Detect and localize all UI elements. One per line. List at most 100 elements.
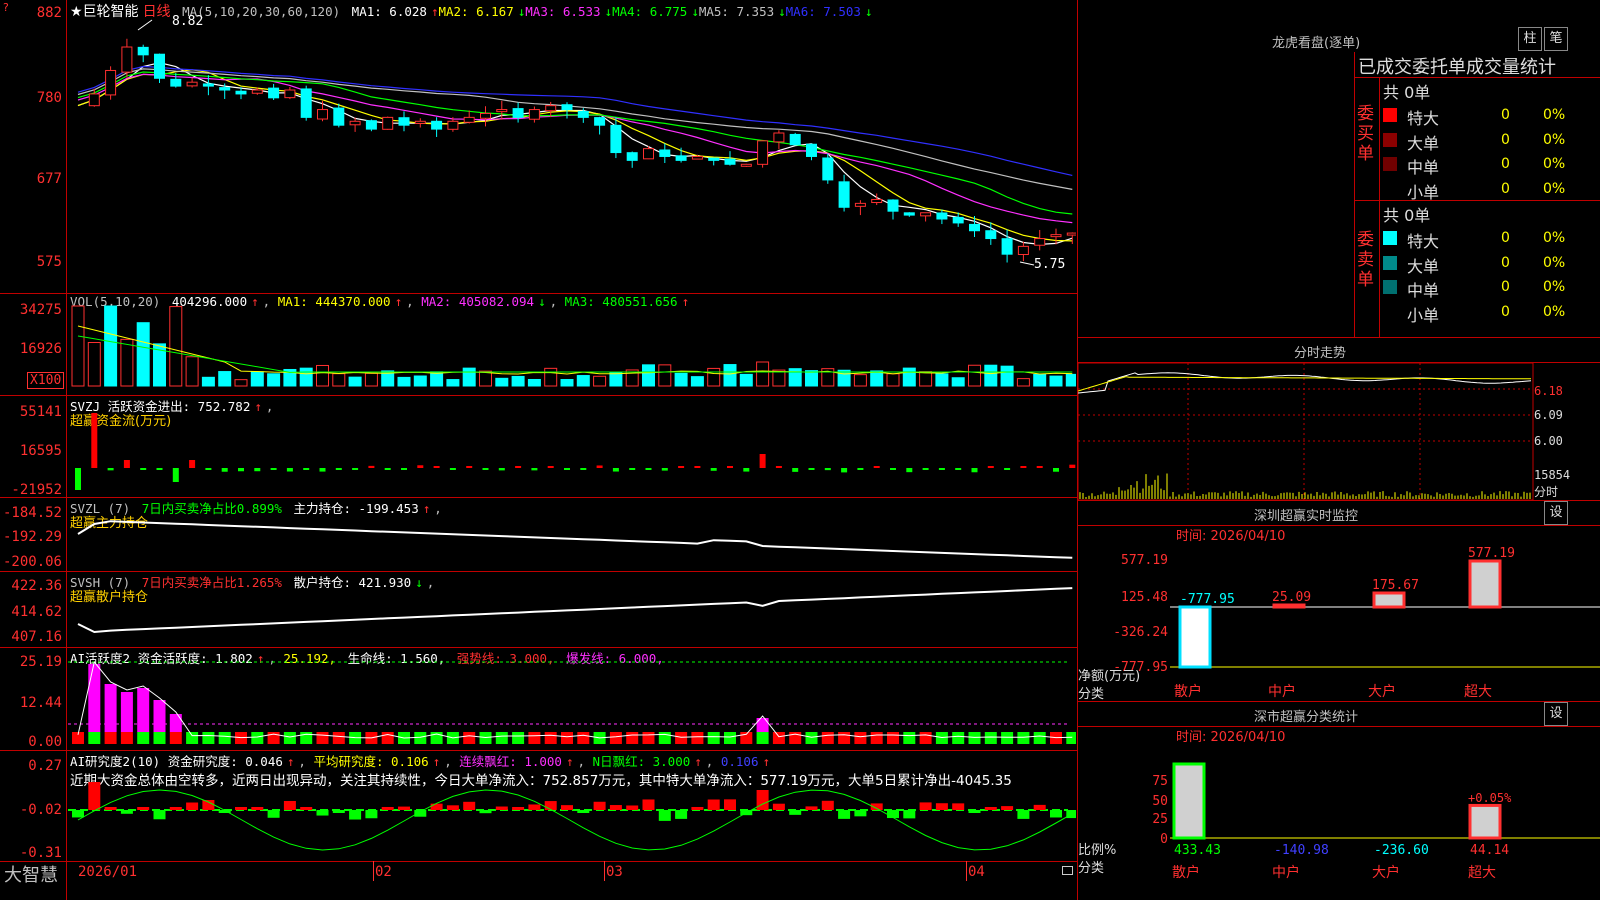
order-type: 大单 — [1407, 133, 1440, 153]
x-axis-label: 04 — [968, 864, 985, 880]
research-bar — [316, 810, 329, 816]
research-bar — [512, 807, 525, 810]
candle-body — [626, 152, 638, 161]
flow-bar — [580, 468, 587, 470]
ai2-axis-label: -0.31 — [19, 845, 62, 861]
research-bar — [267, 810, 280, 818]
svzl-pane[interactable]: -184.52 -192.29 -200.06 SVZL (7) 7日内买卖净占… — [0, 498, 1077, 572]
flow-bar — [824, 468, 831, 471]
volume-chart[interactable] — [68, 294, 1076, 395]
net-bar — [1372, 591, 1406, 609]
candle-body — [105, 69, 117, 96]
research-bar — [772, 803, 785, 810]
svzl-chart[interactable] — [68, 498, 1076, 571]
volume-bar — [316, 364, 329, 387]
svzj-chart[interactable] — [68, 396, 1076, 497]
volume-bar — [430, 371, 444, 387]
flow-bar — [710, 468, 717, 471]
flow-bar — [172, 468, 179, 482]
buy-orders-label: 委买单 — [1357, 104, 1374, 164]
flow-bar — [352, 468, 359, 470]
volume-bar — [87, 342, 101, 387]
research-bar — [430, 803, 443, 810]
x-axis-label: 03 — [606, 864, 623, 880]
candle-body — [1066, 232, 1076, 236]
activity-base-bar — [169, 732, 182, 744]
bar-view-button[interactable]: 柱 — [1518, 27, 1542, 51]
research-bar — [756, 790, 769, 810]
volume-pane[interactable]: 34275 16926 X100 VOL(5,10,20) 404296.000… — [0, 294, 1077, 396]
svzj-pane[interactable]: 55141 16595 -21952 SVZJ 活跃资金进出: 752.782 ↑… — [0, 396, 1077, 498]
research-bar — [1050, 810, 1062, 818]
candle-body — [170, 78, 182, 87]
flow-bar — [286, 468, 293, 472]
ai-activity-pane[interactable]: 25.19 12.44 0.00 AI活跃度2 资金活跃度: 1.802 ↑, 2… — [0, 648, 1077, 751]
flow-bar — [75, 468, 81, 490]
minute-trend-chart[interactable] — [1078, 363, 1534, 500]
research-bar — [935, 803, 948, 810]
order-count: 0 — [1501, 156, 1510, 172]
candle-body — [740, 163, 752, 167]
net-bar — [1272, 603, 1306, 609]
ai-research-pane[interactable]: 0.27 -0.02 -0.31 AI研究度2(10) 资金研究度: 0.046… — [0, 751, 1077, 862]
candle-body — [251, 89, 263, 94]
classify-settings-button[interactable]: 设 — [1544, 702, 1568, 726]
ratio-bar — [1172, 762, 1206, 840]
flow-bar — [156, 468, 163, 470]
monitor-category-label: 分类 — [1078, 687, 1105, 702]
ai-activity-chart[interactable] — [68, 648, 1076, 750]
volume-bar — [1065, 373, 1076, 387]
candle-body — [414, 120, 426, 124]
minute-chart-panel[interactable]: 分时走势 6.18 6.09 6.00 15854 分时 — [1078, 338, 1600, 501]
flow-bar — [906, 468, 913, 473]
activity-base-bar — [854, 732, 867, 744]
volume-bar — [364, 372, 378, 387]
order-type: 小单 — [1407, 182, 1440, 202]
sell-orders-label: 委卖单 — [1357, 230, 1374, 290]
candlestick-chart[interactable] — [68, 0, 1076, 293]
classify-axis-label: 75 — [1152, 774, 1168, 789]
minute-title: 分时走势 — [1294, 346, 1347, 361]
volume-bar — [1033, 373, 1047, 387]
volume-bar — [104, 305, 118, 387]
activity-base-bar — [887, 732, 899, 744]
candle-body — [382, 116, 394, 130]
price-axis-label: 882 — [36, 5, 62, 21]
ai1-axis-label: 25.19 — [19, 654, 62, 670]
activity-base-bar — [658, 732, 671, 744]
classification-bar-chart: 433.43 散户 -140.98 中户 -236.60 大户 44.14 超大 +0.05% — [1170, 762, 1600, 881]
flow-bar — [857, 468, 864, 470]
candlestick-pane[interactable]: ? 882 780 677 575 ★巨轮智能 日线 MA(5,10,20,30,… — [0, 0, 1077, 294]
monitor-bar-chart: -777.95 散户 25.09 中户 175.67 大户 577.19 超大 — [1170, 546, 1600, 700]
tick-view-button[interactable]: 笔 — [1544, 27, 1568, 51]
volume-bar — [968, 364, 981, 387]
volume-bar — [527, 378, 541, 387]
research-bar — [283, 800, 296, 810]
activity-base-bar — [1033, 732, 1046, 744]
candle-body — [822, 157, 834, 181]
price-axis-label: 575 — [36, 254, 62, 270]
lock-icon[interactable] — [1062, 866, 1073, 875]
volume-bar — [902, 367, 916, 387]
ai-research-chart[interactable] — [68, 751, 1076, 861]
svsh-chart[interactable] — [68, 572, 1076, 647]
x-axis-label: 2026/01 — [78, 864, 138, 880]
order-row: 中单 0 0% — [1381, 152, 1600, 177]
research-bar — [137, 807, 150, 810]
candle-body — [463, 116, 475, 123]
svzj-axis-label: 16595 — [19, 443, 62, 459]
order-color-swatch — [1383, 255, 1397, 270]
order-type: 小单 — [1407, 305, 1440, 325]
dragon-header: 已成交委托单成交量统计 — [1358, 57, 1556, 78]
candle-body — [121, 46, 133, 73]
svsh-pane[interactable]: 422.36 414.62 407.16 SVSH (7) 7日内买卖净占比1.… — [0, 572, 1077, 648]
monitor-settings-button[interactable]: 设 — [1544, 501, 1568, 525]
category-label: 超大 — [1464, 684, 1492, 700]
research-bar — [186, 802, 199, 810]
volume-bar — [495, 377, 509, 387]
flow-bar — [775, 466, 782, 468]
volume-bar — [756, 361, 770, 387]
brand-label: 大智慧 — [4, 865, 58, 886]
volume-bar — [479, 370, 492, 387]
activity-base-bar — [137, 732, 150, 744]
